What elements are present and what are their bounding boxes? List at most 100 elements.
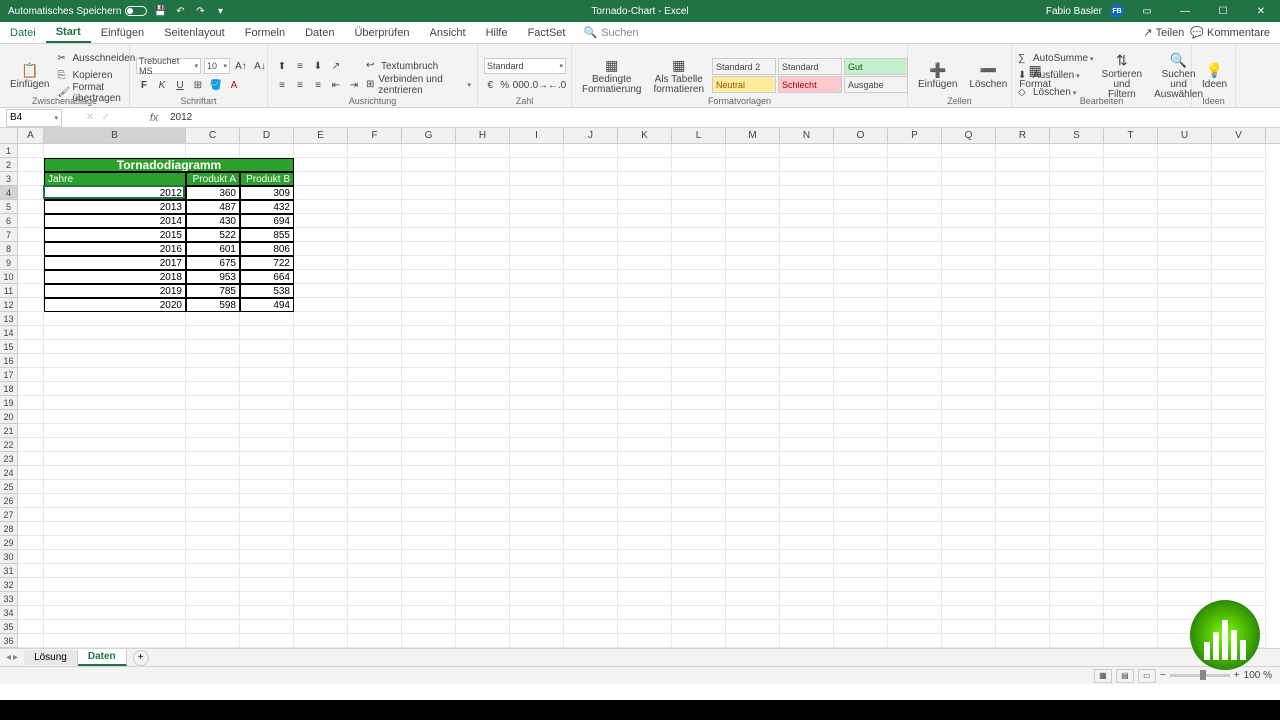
cell-V27[interactable]	[1212, 508, 1266, 522]
cell-L25[interactable]	[672, 480, 726, 494]
cell-E26[interactable]	[294, 494, 348, 508]
cell-J17[interactable]	[564, 368, 618, 382]
cell-S15[interactable]	[1050, 340, 1104, 354]
col-header-Q[interactable]: Q	[942, 128, 996, 143]
cell-M15[interactable]	[726, 340, 780, 354]
cell-M19[interactable]	[726, 396, 780, 410]
cell-K8[interactable]	[618, 242, 672, 256]
cell-M33[interactable]	[726, 592, 780, 606]
cell-M3[interactable]	[726, 172, 780, 186]
cell-G7[interactable]	[402, 228, 456, 242]
cell-F35[interactable]	[348, 620, 402, 634]
cell-P16[interactable]	[888, 354, 942, 368]
cell-K32[interactable]	[618, 578, 672, 592]
zoom-in-icon[interactable]: +	[1234, 670, 1240, 681]
cell-N15[interactable]	[780, 340, 834, 354]
cell-S25[interactable]	[1050, 480, 1104, 494]
cell-L17[interactable]	[672, 368, 726, 382]
cell-J19[interactable]	[564, 396, 618, 410]
cell-V17[interactable]	[1212, 368, 1266, 382]
cell-E8[interactable]	[294, 242, 348, 256]
cell-I21[interactable]	[510, 424, 564, 438]
cell-I16[interactable]	[510, 354, 564, 368]
cell-P33[interactable]	[888, 592, 942, 606]
cell-R33[interactable]	[996, 592, 1050, 606]
cell-G1[interactable]	[402, 144, 456, 158]
cell-D13[interactable]	[240, 312, 294, 326]
cell-F16[interactable]	[348, 354, 402, 368]
cell-M22[interactable]	[726, 438, 780, 452]
cell-D6[interactable]: 694	[240, 214, 294, 228]
cell-Q33[interactable]	[942, 592, 996, 606]
cell-V31[interactable]	[1212, 564, 1266, 578]
cell-T23[interactable]	[1104, 452, 1158, 466]
col-header-F[interactable]: F	[348, 128, 402, 143]
cell-P7[interactable]	[888, 228, 942, 242]
cell-N21[interactable]	[780, 424, 834, 438]
cell-E33[interactable]	[294, 592, 348, 606]
cell-Q10[interactable]	[942, 270, 996, 284]
cell-B34[interactable]	[44, 606, 186, 620]
cell-C19[interactable]	[186, 396, 240, 410]
col-header-H[interactable]: H	[456, 128, 510, 143]
cell-R27[interactable]	[996, 508, 1050, 522]
cell-S21[interactable]	[1050, 424, 1104, 438]
cell-C6[interactable]: 430	[186, 214, 240, 228]
col-header-L[interactable]: L	[672, 128, 726, 143]
cell-B16[interactable]	[44, 354, 186, 368]
cell-P4[interactable]	[888, 186, 942, 200]
cell-K21[interactable]	[618, 424, 672, 438]
cell-A18[interactable]	[18, 382, 44, 396]
cell-F7[interactable]	[348, 228, 402, 242]
col-header-O[interactable]: O	[834, 128, 888, 143]
cell-V14[interactable]	[1212, 326, 1266, 340]
cell-P3[interactable]	[888, 172, 942, 186]
cell-T22[interactable]	[1104, 438, 1158, 452]
cell-F23[interactable]	[348, 452, 402, 466]
cell-R12[interactable]	[996, 298, 1050, 312]
cell-P20[interactable]	[888, 410, 942, 424]
cell-M27[interactable]	[726, 508, 780, 522]
cell-A28[interactable]	[18, 522, 44, 536]
cell-R21[interactable]	[996, 424, 1050, 438]
cell-I15[interactable]	[510, 340, 564, 354]
autosave-toggle[interactable]: Automatisches Speichern	[8, 6, 147, 17]
cell-B19[interactable]	[44, 396, 186, 410]
cell-F31[interactable]	[348, 564, 402, 578]
row-header-9[interactable]: 9	[0, 256, 18, 270]
cell-A32[interactable]	[18, 578, 44, 592]
cell-J21[interactable]	[564, 424, 618, 438]
cell-D1[interactable]	[240, 144, 294, 158]
cell-N26[interactable]	[780, 494, 834, 508]
cell-B20[interactable]	[44, 410, 186, 424]
cell-T11[interactable]	[1104, 284, 1158, 298]
cell-O3[interactable]	[834, 172, 888, 186]
cell-P21[interactable]	[888, 424, 942, 438]
cell-D32[interactable]	[240, 578, 294, 592]
row-header-36[interactable]: 36	[0, 634, 18, 648]
cell-R15[interactable]	[996, 340, 1050, 354]
cell-T12[interactable]	[1104, 298, 1158, 312]
cell-F30[interactable]	[348, 550, 402, 564]
cell-O20[interactable]	[834, 410, 888, 424]
cell-F9[interactable]	[348, 256, 402, 270]
cell-D14[interactable]	[240, 326, 294, 340]
cell-F13[interactable]	[348, 312, 402, 326]
cell-Q13[interactable]	[942, 312, 996, 326]
cell-M23[interactable]	[726, 452, 780, 466]
cell-P18[interactable]	[888, 382, 942, 396]
cell-E19[interactable]	[294, 396, 348, 410]
cell-T36[interactable]	[1104, 634, 1158, 648]
cell-V9[interactable]	[1212, 256, 1266, 270]
cell-D5[interactable]: 432	[240, 200, 294, 214]
cell-O30[interactable]	[834, 550, 888, 564]
cell-M31[interactable]	[726, 564, 780, 578]
cell-U31[interactable]	[1158, 564, 1212, 578]
cell-G25[interactable]	[402, 480, 456, 494]
cell-U7[interactable]	[1158, 228, 1212, 242]
cell-A1[interactable]	[18, 144, 44, 158]
cell-S6[interactable]	[1050, 214, 1104, 228]
cell-G23[interactable]	[402, 452, 456, 466]
cell-O24[interactable]	[834, 466, 888, 480]
cell-E23[interactable]	[294, 452, 348, 466]
